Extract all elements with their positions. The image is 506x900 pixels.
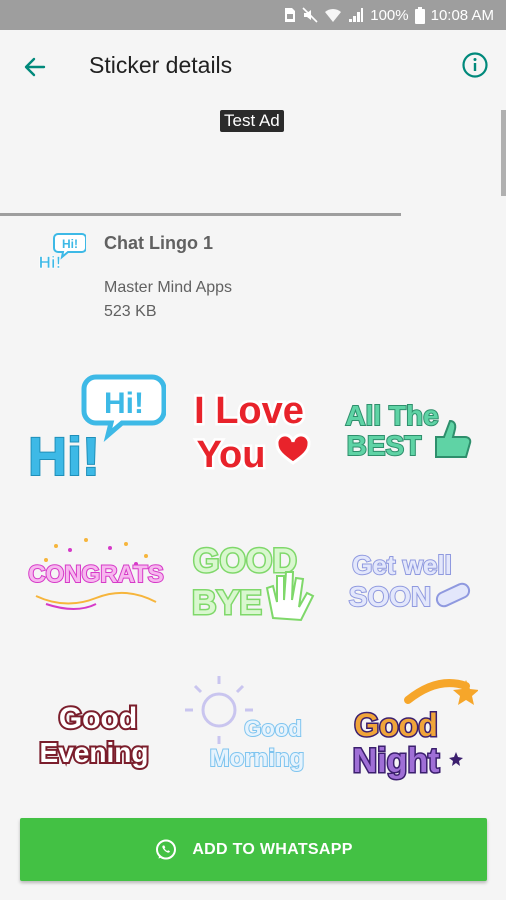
congrats-sticker[interactable]: CONGRATS xyxy=(26,520,166,640)
pack-publisher: Master Mind Apps xyxy=(104,279,233,296)
svg-text:Good: Good xyxy=(354,707,438,743)
svg-text:Hi!: Hi! xyxy=(62,237,78,251)
clock: 10:08 AM xyxy=(430,6,494,24)
status-bar: 100% 10:08 AM xyxy=(0,0,506,30)
svg-text:BEST: BEST xyxy=(347,430,422,461)
svg-text:I Love: I Love xyxy=(194,390,304,432)
svg-text:Evening: Evening xyxy=(40,737,149,768)
good-night-sticker[interactable]: Good Night xyxy=(338,670,478,790)
pack-name: Chat Lingo 1 xyxy=(104,233,213,253)
good-evening-sticker[interactable]: Good Evening xyxy=(26,670,166,790)
svg-text:GOOD: GOOD xyxy=(193,542,297,580)
add-to-whatsapp-label: ADD TO WHATSAPP xyxy=(192,840,353,858)
i-love-you-sticker[interactable]: I Love You xyxy=(183,367,323,487)
svg-text:SOON: SOON xyxy=(349,581,431,612)
battery-icon xyxy=(414,6,425,24)
svg-text:All The: All The xyxy=(345,400,438,431)
app-bar: Sticker details xyxy=(0,30,506,102)
good-morning-sticker[interactable]: Good Morning xyxy=(183,670,323,790)
signal-icon xyxy=(349,8,364,22)
svg-text:Night: Night xyxy=(353,742,440,780)
add-to-whatsapp-button[interactable]: ADD TO WHATSAPP xyxy=(20,818,487,881)
scrollbar[interactable] xyxy=(501,110,506,196)
sim-icon xyxy=(285,8,296,22)
svg-text:Morning: Morning xyxy=(210,745,305,772)
get-well-soon-sticker[interactable]: Get well SOON xyxy=(338,520,478,640)
ad-label[interactable]: Test Ad xyxy=(220,110,284,132)
pack-tray-icon: Hi! Hi! xyxy=(38,233,86,272)
wifi-icon xyxy=(325,8,342,22)
svg-text:Hi!: Hi! xyxy=(28,427,100,487)
good-bye-sticker[interactable]: GOOD BYE xyxy=(183,520,323,640)
ad-divider xyxy=(0,213,401,216)
whatsapp-icon xyxy=(156,839,177,859)
svg-text:Hi!: Hi! xyxy=(104,387,144,420)
svg-text:Hi!: Hi! xyxy=(39,253,62,272)
svg-text:You: You xyxy=(197,434,266,476)
mute-icon xyxy=(302,7,318,23)
hi-sticker[interactable]: Hi! Hi! xyxy=(26,367,166,487)
svg-text:BYE: BYE xyxy=(192,584,262,622)
all-the-best-sticker[interactable]: All The BEST xyxy=(338,367,478,487)
page-title: Sticker details xyxy=(89,52,233,78)
svg-text:Good: Good xyxy=(244,716,301,741)
svg-text:Good: Good xyxy=(59,702,137,735)
back-arrow-icon[interactable] xyxy=(20,52,50,82)
info-icon[interactable] xyxy=(460,50,490,80)
svg-text:Get well: Get well xyxy=(352,550,452,580)
battery-percent: 100% xyxy=(370,6,409,24)
svg-text:CONGRATS: CONGRATS xyxy=(28,561,164,588)
pack-size: 523 KB xyxy=(104,303,157,320)
